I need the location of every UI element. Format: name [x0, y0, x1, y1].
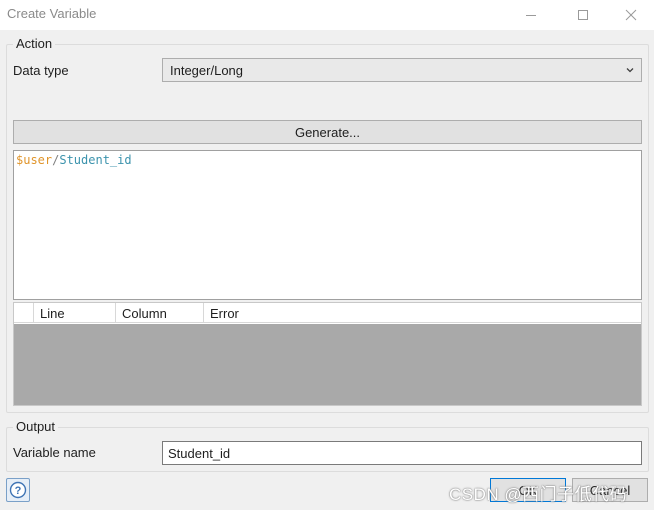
maximize-button[interactable] [560, 0, 606, 30]
data-type-dropdown[interactable]: Integer/Long [162, 58, 642, 82]
variable-name-label: Variable name [13, 445, 96, 460]
maximize-icon [578, 10, 588, 20]
variable-name-input[interactable]: Student_id [162, 441, 642, 465]
help-button[interactable]: ? [6, 478, 30, 502]
column-header-marker[interactable] [14, 303, 34, 323]
output-legend: Output [13, 419, 59, 434]
error-table-body [14, 324, 641, 405]
error-table-header: Line Column Error [14, 303, 641, 323]
generate-button-label: Generate... [294, 124, 361, 140]
chevron-down-icon [626, 68, 634, 73]
expression-variable: $user [16, 153, 53, 167]
close-icon [625, 9, 637, 21]
minimize-icon [526, 15, 536, 16]
help-icon: ? [9, 481, 27, 499]
watermark-text: CSDN @西门子低代码 [449, 485, 628, 504]
close-button[interactable] [608, 0, 654, 30]
data-type-value: Integer/Long [170, 62, 244, 78]
window-title: Create Variable [7, 6, 97, 21]
data-type-label: Data type [13, 63, 69, 78]
column-header-error[interactable]: Error [204, 303, 641, 323]
help-symbol: ? [15, 485, 22, 497]
column-header-line[interactable]: Line [34, 303, 116, 323]
variable-name-value: Student_id [168, 445, 231, 461]
generate-button[interactable]: Generate... [13, 120, 642, 144]
minimize-button[interactable] [508, 0, 554, 30]
expression-editor[interactable]: $user/Student_id [13, 150, 642, 300]
error-table: Line Column Error [13, 302, 642, 406]
title-bar: Create Variable [0, 0, 654, 30]
action-legend: Action [13, 36, 56, 51]
expression-attribute: Student_id [59, 153, 132, 167]
column-header-column[interactable]: Column [116, 303, 204, 323]
